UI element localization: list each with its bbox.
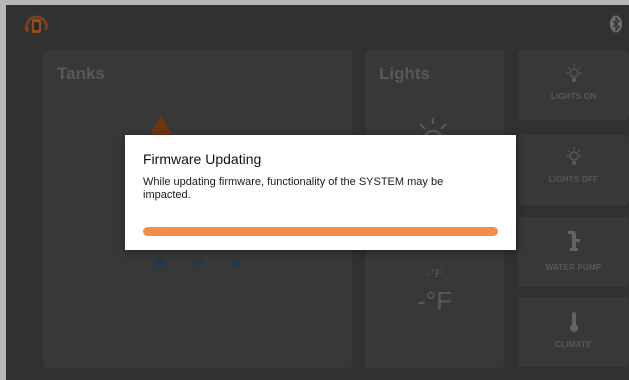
firmware-progress-bar — [143, 227, 498, 236]
dialog-title: Firmware Updating — [143, 151, 262, 167]
firmware-update-dialog: Firmware Updating While updating firmwar… — [125, 135, 516, 250]
dialog-message: While updating firmware, functionality o… — [143, 176, 444, 201]
firmware-progress-fill — [143, 227, 498, 236]
